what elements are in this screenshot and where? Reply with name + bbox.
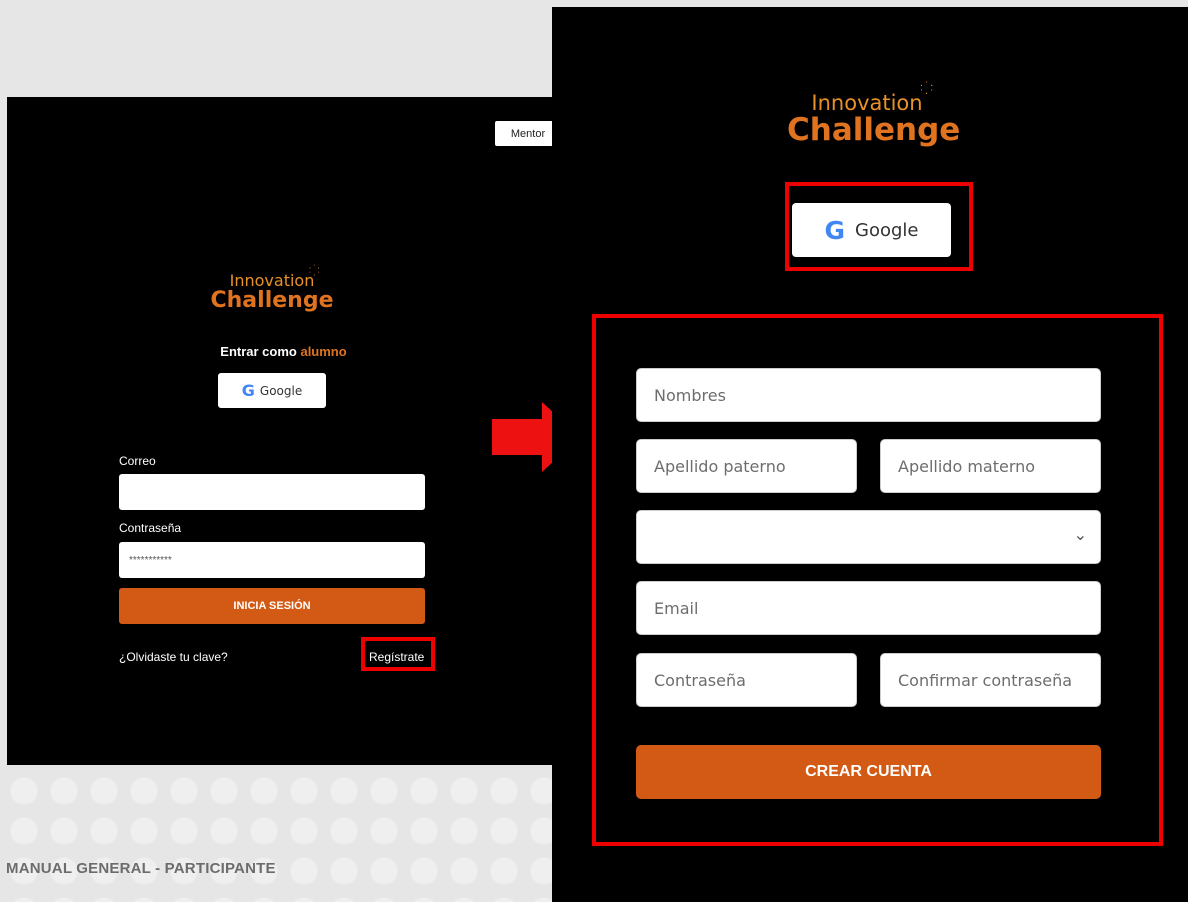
google-g-icon: G	[241, 381, 255, 400]
password-label: Contraseña	[119, 521, 182, 535]
email-input[interactable]: Email	[636, 581, 1101, 635]
google-login-button[interactable]: G Google	[218, 373, 326, 408]
logo-sparks-icon: ·˙· ˙·˙	[308, 264, 322, 280]
login-button[interactable]: INICIA SESIÓN	[119, 588, 425, 624]
password-input[interactable]: Contraseña	[636, 653, 857, 707]
highlight-box-register	[361, 637, 435, 671]
correo-input[interactable]	[119, 474, 425, 510]
logo-sparks-icon: ·˙· ˙·˙	[919, 81, 936, 100]
nombres-input[interactable]: Nombres	[636, 368, 1101, 422]
apellido-materno-input[interactable]: Apellido materno	[880, 439, 1101, 493]
apellido-paterno-input[interactable]: Apellido paterno	[636, 439, 857, 493]
manual-footer: MANUAL GENERAL - PARTICIPANTE	[6, 860, 276, 877]
correo-label: Correo	[119, 454, 156, 468]
create-account-button[interactable]: CREAR CUENTA	[636, 745, 1101, 799]
background-dot-pattern	[0, 765, 560, 902]
innovation-challenge-logo: ·˙· ˙·˙ Innovation Challenge	[210, 264, 334, 313]
forgot-password-link[interactable]: ¿Olvidaste tu clave?	[119, 650, 228, 664]
chevron-down-icon: ⌄	[1073, 525, 1087, 544]
login-heading: Entrar como alumno	[220, 344, 347, 359]
category-select[interactable]: ⌄	[636, 510, 1101, 564]
password-input[interactable]	[119, 542, 425, 578]
login-screen: Mentor ·˙· ˙·˙ Innovation Challenge Entra…	[7, 97, 561, 765]
highlight-box-google	[785, 182, 973, 271]
register-screen: ·˙· ˙·˙ Innovation Challenge G Google Nom…	[552, 7, 1188, 902]
confirm-password-input[interactable]: Confirmar contraseña	[880, 653, 1101, 707]
innovation-challenge-logo: ·˙· ˙·˙ Innovation Challenge	[787, 81, 961, 148]
